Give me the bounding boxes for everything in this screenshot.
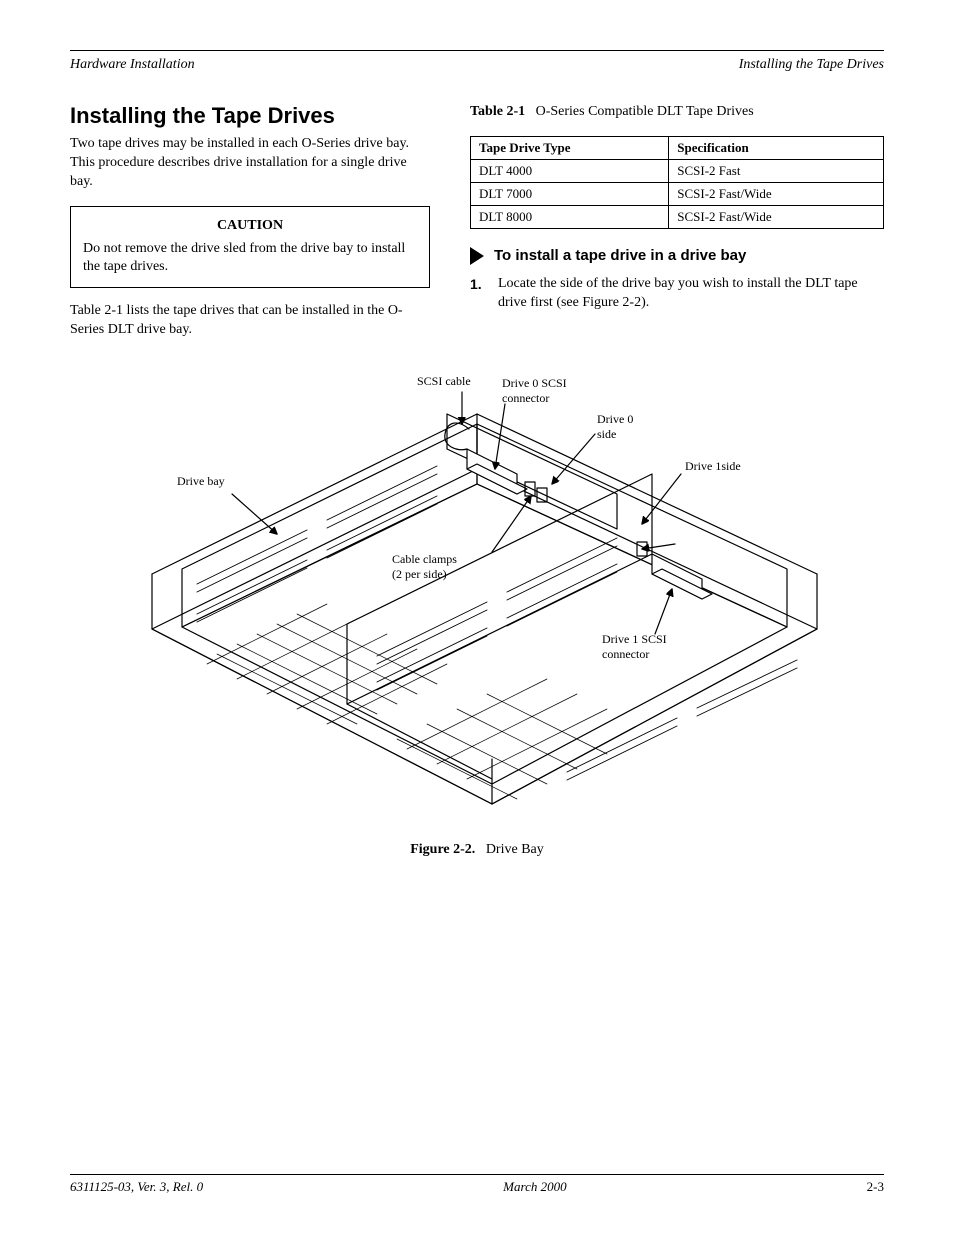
figure-caption-text: Drive Bay xyxy=(486,842,544,857)
header-left: Hardware Installation xyxy=(70,57,195,73)
table-cell: SCSI-2 Fast/Wide xyxy=(669,205,884,228)
header-rule xyxy=(70,50,884,51)
caution-label: CAUTION xyxy=(83,217,417,236)
callout-drive1-side: Drive 1side xyxy=(685,459,741,473)
spec-table: Tape Drive Type Specification DLT 4000 S… xyxy=(470,136,884,229)
step-number: 1. xyxy=(470,275,488,313)
table-row: Tape Drive Type Specification xyxy=(471,136,884,159)
table-caption-ref: Table 2-1 xyxy=(470,104,525,119)
callout-drive0-side: Drive 0 side xyxy=(597,412,633,441)
footer-left: 6311125-03, Ver. 3, Rel. 0 xyxy=(70,1179,203,1195)
intro-paragraph: Two tape drives may be installed in each… xyxy=(70,135,430,192)
procedure-title: To install a tape drive in a drive bay xyxy=(494,247,746,264)
table-cell: DLT 8000 xyxy=(471,205,669,228)
table-header-cell: Specification xyxy=(677,140,749,155)
header-right: Installing the Tape Drives xyxy=(739,57,884,73)
table-cell: SCSI-2 Fast/Wide xyxy=(669,182,884,205)
table-row: DLT 4000 SCSI-2 Fast xyxy=(471,159,884,182)
footer-center: March 2000 xyxy=(503,1179,566,1195)
table-intro-paragraph: Table 2-1 lists the tape drives that can… xyxy=(70,302,430,340)
callout-cable-clamps: Cable clamps (2 per side) xyxy=(392,552,457,581)
table-caption: Table 2-1 O-Series Compatible DLT Tape D… xyxy=(470,103,884,122)
drive-bay-illustration xyxy=(97,374,857,834)
arrow-icon xyxy=(470,247,484,265)
footer-page-number: 2-3 xyxy=(867,1179,884,1195)
table-cell: SCSI-2 Fast xyxy=(669,159,884,182)
table-caption-text: O-Series Compatible DLT Tape Drives xyxy=(536,104,754,119)
running-header: Hardware Installation Installing the Tap… xyxy=(70,57,884,73)
caution-text: Do not remove the drive sled from the dr… xyxy=(83,241,405,275)
figure-caption: Figure 2-2. Drive Bay xyxy=(70,842,884,858)
callout-drive-bay: Drive bay xyxy=(177,474,225,488)
table-row: DLT 8000 SCSI-2 Fast/Wide xyxy=(471,205,884,228)
callout-scsi-cable: SCSI cable xyxy=(417,374,471,388)
table-cell: DLT 4000 xyxy=(471,159,669,182)
figure-caption-ref: Figure 2-2. xyxy=(410,842,475,857)
step-text: Locate the side of the drive bay you wis… xyxy=(498,275,884,313)
callout-drive1-connector: Drive 1 SCSI connector xyxy=(602,632,667,661)
procedure-header: To install a tape drive in a drive bay xyxy=(470,247,884,265)
procedure-step: 1. Locate the side of the drive bay you … xyxy=(470,275,884,313)
table-cell: DLT 7000 xyxy=(471,182,669,205)
table-row: DLT 7000 SCSI-2 Fast/Wide xyxy=(471,182,884,205)
figure: Drive bay SCSI cable Drive 0 SCSI connec… xyxy=(97,374,857,834)
table-header-cell: Tape Drive Type xyxy=(479,140,571,155)
caution-box: CAUTION Do not remove the drive sled fro… xyxy=(70,206,430,289)
section-heading: Installing the Tape Drives xyxy=(70,103,430,129)
page-footer: 6311125-03, Ver. 3, Rel. 0 March 2000 2-… xyxy=(70,1174,884,1195)
callout-drive0-connector: Drive 0 SCSI connector xyxy=(502,376,567,405)
